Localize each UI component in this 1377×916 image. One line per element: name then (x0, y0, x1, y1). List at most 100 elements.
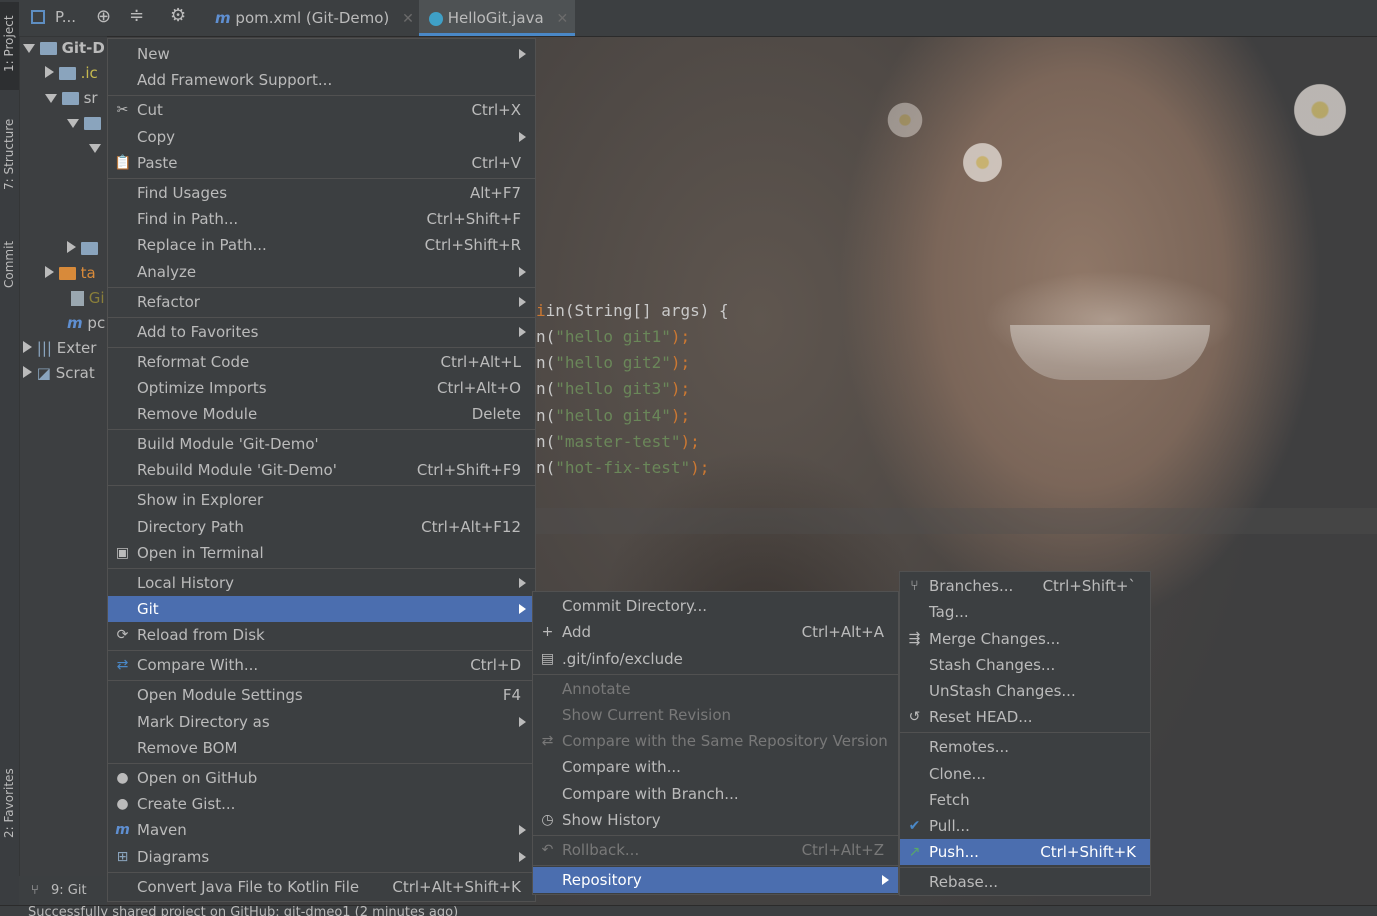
menu-item-reformat-code[interactable]: Reformat Code Ctrl+Alt+L (108, 349, 535, 375)
menu-separator (108, 95, 535, 96)
menu-item-find-in-path[interactable]: Find in Path... Ctrl+Shift+F (108, 206, 535, 232)
close-icon[interactable]: ✕ (402, 11, 414, 27)
menu-item-directory-path[interactable]: Directory Path Ctrl+Alt+F12 (108, 514, 535, 540)
menu-item-local-history[interactable]: Local History (108, 570, 535, 596)
menu-item-compare-with[interactable]: ⇄ Compare With... Ctrl+D (108, 652, 535, 678)
menu-item-push[interactable]: ↗ Push... Ctrl+Shift+K (900, 839, 1150, 865)
collapse-all-icon[interactable]: ≑ (129, 5, 144, 26)
menu-item-tag[interactable]: Tag... (900, 599, 1150, 625)
menu-item-annotate[interactable]: Annotate (533, 676, 898, 702)
tool-tab-favorites[interactable]: 2: Favorites (0, 760, 19, 860)
code-line[interactable]: n("hello git1"); (536, 324, 690, 350)
tree-node-scratches[interactable]: ◪ Scrat (23, 361, 111, 385)
chevron-down-icon[interactable] (45, 94, 57, 103)
tab-pom-xml[interactable]: m pom.xml (Git-Demo) ✕ (205, 0, 421, 36)
project-view-selector[interactable]: P... (55, 8, 76, 26)
chevron-down-icon[interactable] (23, 44, 35, 53)
menu-item-fetch[interactable]: Fetch (900, 787, 1150, 813)
submenu-arrow-icon (519, 297, 526, 307)
menu-item-rebuild-module[interactable]: Rebuild Module 'Git-Demo' Ctrl+Shift+F9 (108, 457, 535, 483)
menu-item-open-module-settings[interactable]: Open Module Settings F4 (108, 682, 535, 708)
status-message[interactable]: Successfully shared project on GitHub: g… (28, 906, 458, 916)
submenu-arrow-icon (519, 852, 526, 862)
tab-hellogit-java[interactable]: HelloGit.java ✕ (419, 0, 575, 36)
menu-item-convert-java-to-kotlin[interactable]: Convert Java File to Kotlin File Ctrl+Alt… (108, 874, 535, 900)
code-token: n( (536, 379, 556, 398)
menu-item-add[interactable]: + Add Ctrl+Alt+A (533, 619, 898, 645)
project-view-icon[interactable] (31, 10, 45, 24)
reload-icon: ⟳ (116, 627, 129, 643)
menu-item-maven[interactable]: m Maven (108, 817, 535, 843)
menu-item-compare-same-repository-version[interactable]: ⇄ Compare with the Same Repository Versio… (533, 728, 898, 754)
chevron-right-icon[interactable] (23, 366, 32, 378)
menu-item-add-to-favorites[interactable]: Add to Favorites (108, 319, 535, 345)
menu-item-label: Open Module Settings (137, 686, 303, 704)
menu-item-unstash-changes[interactable]: UnStash Changes... (900, 678, 1150, 704)
menu-item-open-in-terminal[interactable]: ▣ Open in Terminal (108, 540, 535, 566)
tree-node-root[interactable]: Git-D (23, 36, 111, 60)
menu-item-show-in-explorer[interactable]: Show in Explorer (108, 487, 535, 513)
menu-item-open-on-github[interactable]: ● Open on GitHub (108, 765, 535, 791)
menu-item-clone[interactable]: Clone... (900, 761, 1150, 787)
code-line[interactable]: n("hello git4"); (536, 403, 690, 429)
tree-node-external-libraries[interactable]: ||| Exter (23, 336, 111, 360)
chevron-right-icon[interactable] (45, 66, 54, 78)
menu-item-git[interactable]: Git (108, 596, 535, 622)
tool-tab-favorites-label: 2: Favorites (2, 768, 16, 838)
menu-item-commit-directory[interactable]: Commit Directory... (533, 593, 898, 619)
menu-item-create-gist[interactable]: ● Create Gist... (108, 791, 535, 817)
menu-item-diagrams[interactable]: ⊞ Diagrams (108, 844, 535, 870)
menu-item-remove-bom[interactable]: Remove BOM (108, 735, 535, 761)
chevron-down-icon[interactable] (67, 119, 79, 128)
menu-item-replace-in-path[interactable]: Replace in Path... Ctrl+Shift+R (108, 232, 535, 258)
close-icon[interactable]: ✕ (556, 11, 568, 27)
folder-icon (58, 67, 76, 80)
chevron-right-icon[interactable] (45, 266, 54, 278)
menu-item-remotes[interactable]: Remotes... (900, 734, 1150, 760)
menu-item-add-framework-support[interactable]: Add Framework Support... (108, 67, 535, 93)
locate-icon[interactable]: ⊕ (96, 6, 111, 27)
menu-item-new[interactable]: New (108, 41, 535, 67)
menu-item-shortcut: Ctrl+Alt+F12 (421, 518, 521, 536)
tool-tab-structure[interactable]: 7: Structure (0, 112, 19, 212)
menu-item-rollback[interactable]: ↶ Rollback... Ctrl+Alt+Z (533, 837, 898, 863)
code-line[interactable]: n("hello git3"); (536, 376, 690, 402)
chevron-right-icon[interactable] (67, 241, 76, 253)
code-line-signature[interactable]: iin(String[] args) { (536, 298, 729, 324)
chevron-down-icon[interactable] (89, 144, 101, 153)
menu-item-mark-directory-as[interactable]: Mark Directory as (108, 709, 535, 735)
menu-item-build-module[interactable]: Build Module 'Git-Demo' (108, 431, 535, 457)
menu-item-refactor[interactable]: Refactor (108, 289, 535, 315)
menu-item-label: Repository (562, 871, 642, 889)
menu-item-copy[interactable]: Copy (108, 124, 535, 150)
menu-item-stash-changes[interactable]: Stash Changes... (900, 652, 1150, 678)
code-token: n( (536, 458, 556, 477)
menu-item-merge-changes[interactable]: ⇶ Merge Changes... (900, 626, 1150, 652)
menu-item-show-current-revision[interactable]: Show Current Revision (533, 702, 898, 728)
menu-item-repository[interactable]: Repository (533, 867, 898, 893)
menu-item-analyze[interactable]: Analyze (108, 259, 535, 285)
menu-item-cut[interactable]: ✂ Cut Ctrl+X (108, 97, 535, 123)
menu-item-compare-with-branch[interactable]: Compare with Branch... (533, 781, 898, 807)
menu-item-reload-from-disk[interactable]: ⟳ Reload from Disk (108, 622, 535, 648)
gear-icon[interactable]: ⚙ (170, 5, 186, 26)
tool-tab-project[interactable]: 1: Project (0, 2, 19, 90)
menu-item-git-info-exclude[interactable]: ▤ .git/info/exclude (533, 646, 898, 672)
menu-item-find-usages[interactable]: Find Usages Alt+F7 (108, 180, 535, 206)
code-line[interactable]: n("hot-fix-test"); (536, 455, 709, 481)
menu-item-label: Remotes... (929, 738, 1009, 756)
menu-item-paste[interactable]: 📋 Paste Ctrl+V (108, 150, 535, 176)
menu-item-remove-module[interactable]: Remove Module Delete (108, 401, 535, 427)
menu-item-branches[interactable]: ⑂ Branches... Ctrl+Shift+` (900, 573, 1150, 599)
menu-item-reset-head[interactable]: ↺ Reset HEAD... (900, 704, 1150, 730)
menu-item-pull[interactable]: ✔ Pull... (900, 813, 1150, 839)
tool-tab-git[interactable]: 9: Git (51, 876, 87, 905)
code-line[interactable]: n("master-test"); (536, 429, 700, 455)
menu-item-compare-with[interactable]: Compare with... (533, 754, 898, 780)
menu-item-optimize-imports[interactable]: Optimize Imports Ctrl+Alt+O (108, 375, 535, 401)
menu-item-rebase[interactable]: Rebase... (900, 869, 1150, 895)
tool-tab-commit[interactable]: Commit (0, 232, 19, 310)
menu-item-show-history[interactable]: ◷ Show History (533, 807, 898, 833)
code-line[interactable]: n("hello git2"); (536, 350, 690, 376)
chevron-right-icon[interactable] (23, 341, 32, 353)
